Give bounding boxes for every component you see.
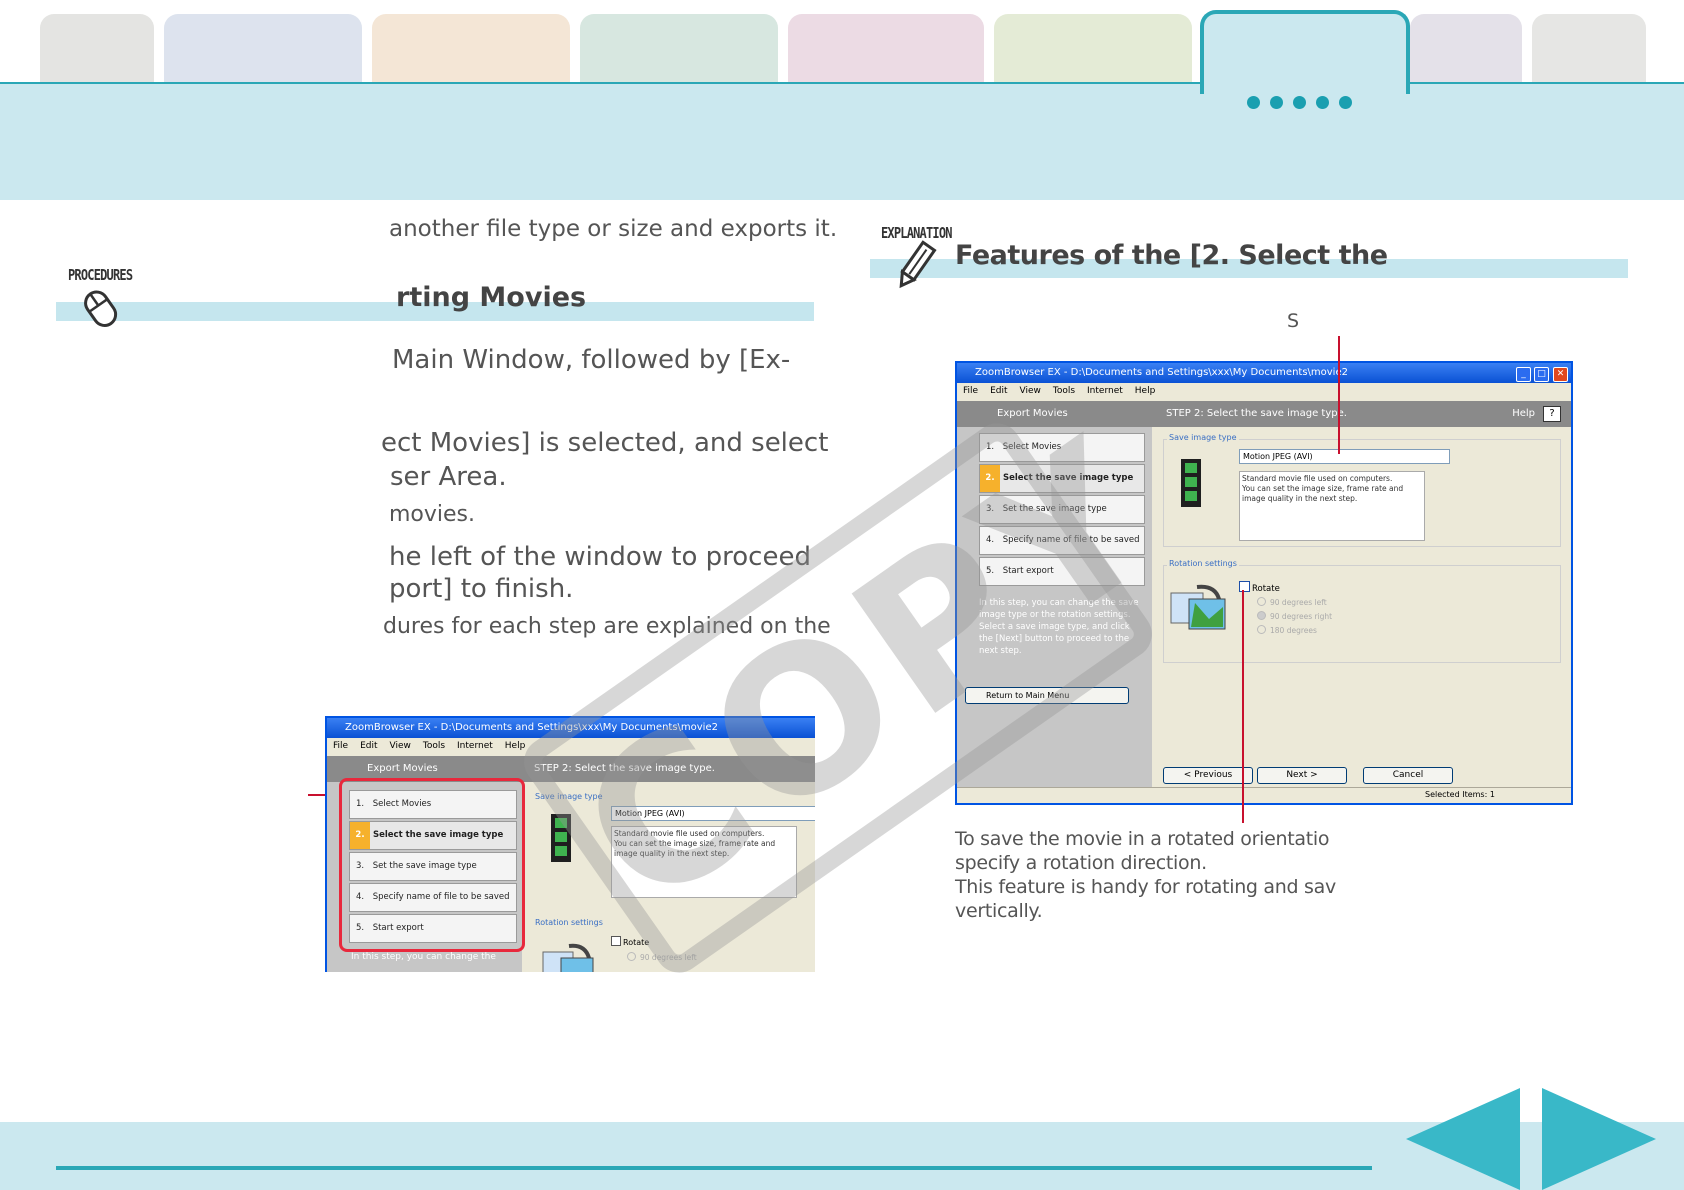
step2-text-b: ser Area. xyxy=(390,462,507,492)
page-dot xyxy=(1316,96,1329,109)
step2-note: movies. xyxy=(389,502,476,527)
panel-title: Export Movies xyxy=(367,763,438,774)
caption-line-1: To save the movie in a rotated orientati… xyxy=(955,828,1330,850)
explanation-title: Features of the [2. Select the xyxy=(955,240,1388,271)
save-type-label: Save image type xyxy=(1167,433,1239,442)
previous-button[interactable]: < Previous xyxy=(1163,767,1253,784)
page-dot xyxy=(1270,96,1283,109)
chapter-tab-2[interactable] xyxy=(164,14,362,84)
status-text: Selected Items: 1 xyxy=(1425,790,1495,799)
chapter-tab-6[interactable] xyxy=(994,14,1192,84)
movie-film-icon xyxy=(1181,459,1201,507)
procedures-badge: PROCEDURES xyxy=(68,266,133,284)
hint-text: In this step, you can change the xyxy=(351,952,496,962)
caption-line-3: This feature is handy for rotating and s… xyxy=(955,876,1336,898)
rotate-option-left[interactable]: 90 degrees left xyxy=(1257,597,1327,607)
chapter-tab-5[interactable] xyxy=(788,14,984,84)
cancel-button[interactable]: Cancel xyxy=(1363,767,1453,784)
close-button[interactable]: ✕ xyxy=(1553,367,1568,382)
menu-help[interactable]: Help xyxy=(505,741,526,751)
save-type-select[interactable]: Motion JPEG (AVI) xyxy=(1239,449,1450,464)
step2-text-a: ect Movies] is selected, and select xyxy=(381,428,829,458)
page-dot xyxy=(1247,96,1260,109)
pencil-icon xyxy=(899,240,937,289)
chapter-tab-8[interactable] xyxy=(1410,14,1522,84)
menu-edit[interactable]: Edit xyxy=(360,741,377,751)
step1-text: Main Window, followed by [Ex- xyxy=(392,345,791,375)
menu-internet[interactable]: Internet xyxy=(457,741,493,751)
prev-arrow-icon[interactable] xyxy=(1406,1088,1522,1190)
save-type-description: Standard movie file used on computers. Y… xyxy=(1239,471,1425,541)
help-label[interactable]: Help xyxy=(1512,401,1535,427)
procedures-title: rting Movies xyxy=(396,282,587,313)
help-button[interactable]: ? xyxy=(1543,406,1561,422)
caption-line-2: specify a rotation direction. xyxy=(955,852,1207,874)
chapter-tab-1[interactable] xyxy=(40,14,154,84)
menu-file[interactable]: File xyxy=(333,741,348,751)
menu-bar: File Edit View Tools Internet Help xyxy=(957,383,1571,399)
menu-tools[interactable]: Tools xyxy=(1053,386,1075,396)
chapter-tab-3[interactable] xyxy=(372,14,570,84)
maximize-button[interactable]: □ xyxy=(1534,367,1549,382)
step3-text-a: he left of the window to proceed xyxy=(389,542,811,572)
menu-view[interactable]: View xyxy=(390,741,411,751)
menu-internet[interactable]: Internet xyxy=(1087,386,1123,396)
chapter-tab-9[interactable] xyxy=(1532,14,1646,84)
header-band xyxy=(0,84,1684,200)
rotate-option-180[interactable]: 180 degrees xyxy=(1257,625,1317,635)
menu-edit[interactable]: Edit xyxy=(990,386,1007,396)
rotate-option-right[interactable]: 90 degrees right xyxy=(1257,611,1332,621)
mouse-icon xyxy=(84,290,118,327)
rotate-checkbox[interactable]: Rotate xyxy=(1239,581,1280,594)
chapter-tab-active[interactable] xyxy=(1200,10,1410,94)
step-header: STEP 2: Select the save image type. Help… xyxy=(1152,401,1571,427)
page-dot xyxy=(1293,96,1306,109)
intro-text: another file type or size and exports it… xyxy=(389,216,838,242)
callout-line-top xyxy=(1338,336,1340,454)
chapter-tab-4[interactable] xyxy=(580,14,778,84)
footer-line xyxy=(56,1166,1372,1170)
minimize-button[interactable]: _ xyxy=(1516,367,1531,382)
window-title: ZoomBrowser EX - D:\Documents and Settin… xyxy=(957,363,1571,383)
menu-file[interactable]: File xyxy=(963,386,978,396)
menu-tools[interactable]: Tools xyxy=(423,741,445,751)
callout-label: S xyxy=(1287,310,1300,332)
step3-text-b: port] to finish. xyxy=(389,574,574,604)
next-arrow-icon[interactable] xyxy=(1542,1088,1658,1190)
page-dot xyxy=(1339,96,1352,109)
highlight-frame xyxy=(339,778,525,952)
callout-line-bottom xyxy=(1242,590,1244,823)
rotate-image-icon xyxy=(542,943,594,972)
next-button[interactable]: Next > xyxy=(1257,767,1347,784)
rotation-label: Rotation settings xyxy=(535,918,603,927)
step-header-text: STEP 2: Select the save image type. xyxy=(1166,408,1347,419)
menu-view[interactable]: View xyxy=(1020,386,1041,396)
menu-help[interactable]: Help xyxy=(1135,386,1156,396)
caption-line-4: vertically. xyxy=(955,900,1043,922)
